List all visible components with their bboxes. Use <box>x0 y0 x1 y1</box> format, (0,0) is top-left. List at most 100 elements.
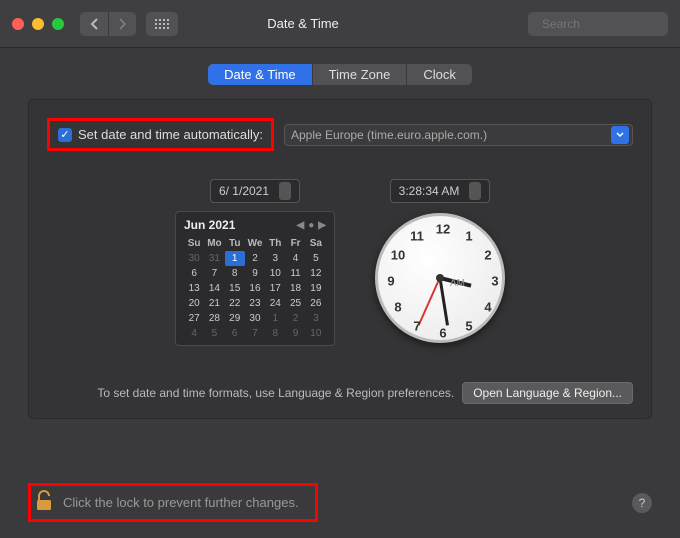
minute-hand <box>439 278 449 326</box>
calendar-dow: Mo <box>204 236 224 251</box>
calendar-day[interactable]: 23 <box>245 296 265 311</box>
calendar-day[interactable]: 9 <box>245 266 265 281</box>
calendar-day[interactable]: 24 <box>265 296 285 311</box>
clock-pin <box>436 274 444 282</box>
calendar-day[interactable]: 10 <box>306 326 326 341</box>
calendar-day[interactable]: 4 <box>285 251 305 266</box>
calendar-day[interactable]: 31 <box>204 251 224 266</box>
lock-icon[interactable] <box>35 490 53 515</box>
minimize-window-button[interactable] <box>32 18 44 30</box>
calendar-day[interactable]: 7 <box>245 326 265 341</box>
calendar-day[interactable]: 6 <box>184 266 204 281</box>
calendar-day[interactable]: 15 <box>225 281 245 296</box>
calendar-day[interactable]: 19 <box>306 281 326 296</box>
clock-numeral: 10 <box>391 248 405 263</box>
calendar-day[interactable]: 3 <box>265 251 285 266</box>
calendar-day[interactable]: 9 <box>285 326 305 341</box>
clock-numeral: 11 <box>410 228 424 243</box>
calendar-day[interactable]: 3 <box>306 311 326 326</box>
window-title: Date & Time <box>78 16 528 31</box>
search-field[interactable] <box>528 12 668 36</box>
calendar-day[interactable]: 5 <box>306 251 326 266</box>
format-hint-row: To set date and time formats, use Langua… <box>47 382 633 404</box>
calendar-day[interactable]: 10 <box>265 266 285 281</box>
calendar-dow: Sa <box>306 236 326 251</box>
calendar-day[interactable]: 22 <box>225 296 245 311</box>
calendar-dow: We <box>245 236 265 251</box>
time-server-select[interactable]: Apple Europe (time.euro.apple.com.) <box>284 124 633 146</box>
clock-numeral: 5 <box>465 319 472 334</box>
calendar-day[interactable]: 8 <box>225 266 245 281</box>
calendar-day[interactable]: 30 <box>184 251 204 266</box>
clock-numeral: 4 <box>484 300 491 315</box>
calendar-dow: Th <box>265 236 285 251</box>
calendar-today[interactable]: ● <box>308 220 314 231</box>
search-input[interactable] <box>542 17 680 31</box>
calendar-day[interactable]: 25 <box>285 296 305 311</box>
auto-time-label: Set date and time automatically: <box>78 127 263 142</box>
lock-text: Click the lock to prevent further change… <box>63 495 299 510</box>
calendar-day[interactable]: 1 <box>225 251 245 266</box>
tab-date-time[interactable]: Date & Time <box>208 64 313 85</box>
calendar-dow: Su <box>184 236 204 251</box>
clock-numeral: 1 <box>465 228 472 243</box>
time-value: 3:28:34 AM <box>399 184 460 198</box>
calendar-day[interactable]: 26 <box>306 296 326 311</box>
clock-numeral: 9 <box>387 274 394 289</box>
calendar-day[interactable]: 21 <box>204 296 224 311</box>
calendar-day[interactable]: 18 <box>285 281 305 296</box>
footer-row: Click the lock to prevent further change… <box>0 483 680 522</box>
calendar-day[interactable]: 28 <box>204 311 224 326</box>
date-value: 6/ 1/2021 <box>219 184 269 198</box>
calendar-day[interactable]: 6 <box>225 326 245 341</box>
second-hand <box>418 278 441 326</box>
date-field[interactable]: 6/ 1/2021 <box>210 179 300 203</box>
calendar-month: Jun 2021 <box>184 218 235 232</box>
calendar-day[interactable]: 7 <box>204 266 224 281</box>
calendar-day[interactable]: 8 <box>265 326 285 341</box>
window-controls <box>12 18 64 30</box>
tab-clock[interactable]: Clock <box>407 64 472 85</box>
highlight-box-lock: Click the lock to prevent further change… <box>28 483 318 522</box>
calendar-day[interactable]: 2 <box>245 251 265 266</box>
time-server-value: Apple Europe (time.euro.apple.com.) <box>291 128 487 142</box>
highlight-box-auto: ✓ Set date and time automatically: <box>47 118 274 151</box>
time-stepper[interactable] <box>469 182 481 200</box>
time-field[interactable]: 3:28:34 AM <box>390 179 491 203</box>
calendar-day[interactable]: 11 <box>285 266 305 281</box>
calendar-day[interactable]: 27 <box>184 311 204 326</box>
date-column: 6/ 1/2021 Jun 2021 ◀ ● ▶ SuMoTuWeThFrSa3… <box>175 179 335 346</box>
clock-ampm: AM <box>450 278 465 289</box>
title-bar: Date & Time <box>0 0 680 48</box>
calendar-day[interactable]: 20 <box>184 296 204 311</box>
calendar-day[interactable]: 13 <box>184 281 204 296</box>
calendar-day[interactable]: 1 <box>265 311 285 326</box>
calendar: Jun 2021 ◀ ● ▶ SuMoTuWeThFrSa30311234567… <box>175 211 335 346</box>
tab-time-zone[interactable]: Time Zone <box>313 64 408 85</box>
help-button[interactable]: ? <box>632 493 652 513</box>
calendar-day[interactable]: 4 <box>184 326 204 341</box>
chevron-down-icon <box>611 126 629 144</box>
calendar-day[interactable]: 5 <box>204 326 224 341</box>
close-window-button[interactable] <box>12 18 24 30</box>
calendar-day[interactable]: 12 <box>306 266 326 281</box>
clock-numeral: 7 <box>413 319 420 334</box>
open-language-region-button[interactable]: Open Language & Region... <box>462 382 633 404</box>
analog-clock[interactable]: AM 121234567891011 <box>375 213 505 343</box>
calendar-prev[interactable]: ◀ <box>297 220 305 231</box>
calendar-day[interactable]: 29 <box>225 311 245 326</box>
calendar-day[interactable]: 14 <box>204 281 224 296</box>
content-panel: ✓ Set date and time automatically: Apple… <box>28 99 652 419</box>
calendar-next[interactable]: ▶ <box>318 220 326 231</box>
date-stepper[interactable] <box>279 182 291 200</box>
auto-time-checkbox[interactable]: ✓ <box>58 128 72 142</box>
time-column: 3:28:34 AM AM 121234567891011 <box>375 179 505 346</box>
calendar-day[interactable]: 16 <box>245 281 265 296</box>
auto-time-row: ✓ Set date and time automatically: Apple… <box>47 118 633 151</box>
calendar-day[interactable]: 30 <box>245 311 265 326</box>
clock-numeral: 12 <box>436 222 450 237</box>
zoom-window-button[interactable] <box>52 18 64 30</box>
clock-numeral: 2 <box>484 248 491 263</box>
calendar-day[interactable]: 17 <box>265 281 285 296</box>
calendar-day[interactable]: 2 <box>285 311 305 326</box>
